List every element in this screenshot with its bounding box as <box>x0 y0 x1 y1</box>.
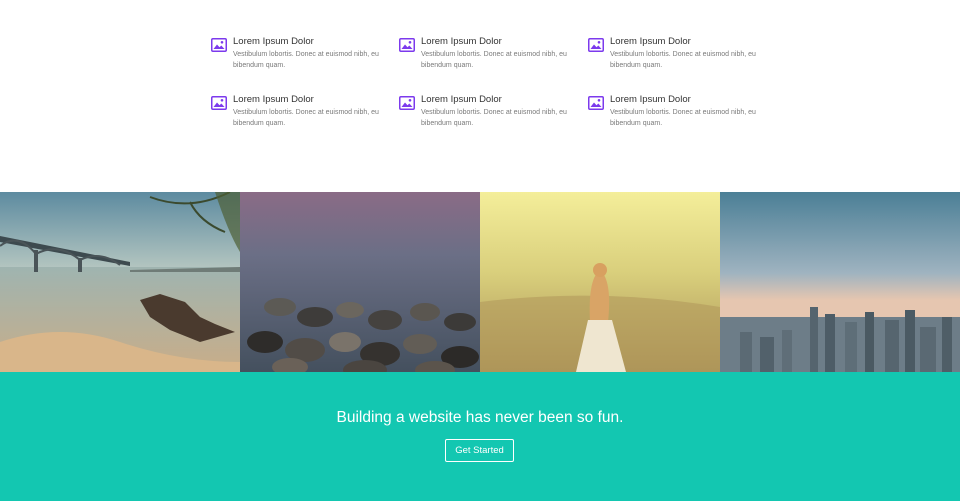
gallery-image-bridge <box>0 192 240 372</box>
feature-description: Vestibulum lobortis. Donec at euismod ni… <box>610 109 756 127</box>
gallery-image-pebbles <box>240 192 480 372</box>
image-icon <box>211 38 227 52</box>
image-icon <box>211 96 227 110</box>
feature-description: Vestibulum lobortis. Donec at euismod ni… <box>233 109 379 127</box>
feature-description: Vestibulum lobortis. Donec at euismod ni… <box>421 109 567 127</box>
feature-title: Lorem Ipsum Dolor <box>233 36 314 47</box>
gallery-image-field <box>480 192 720 372</box>
feature-title: Lorem Ipsum Dolor <box>233 94 314 105</box>
features-section: Lorem Ipsum Dolor Vestibulum lobortis. D… <box>0 0 960 192</box>
image-gallery <box>0 192 960 372</box>
get-started-button[interactable]: Get Started <box>445 439 514 462</box>
feature-title: Lorem Ipsum Dolor <box>610 94 691 105</box>
feature-title: Lorem Ipsum Dolor <box>421 94 502 105</box>
cta-section: Building a website has never been so fun… <box>0 372 960 501</box>
image-icon <box>399 96 415 110</box>
feature-title: Lorem Ipsum Dolor <box>421 36 502 47</box>
feature-description: Vestibulum lobortis. Donec at euismod ni… <box>610 51 756 69</box>
image-icon <box>588 96 604 110</box>
gallery-image-city <box>720 192 960 372</box>
image-icon <box>588 38 604 52</box>
cta-headline: Building a website has never been so fun… <box>336 409 624 426</box>
feature-title: Lorem Ipsum Dolor <box>610 36 691 47</box>
feature-description: Vestibulum lobortis. Donec at euismod ni… <box>233 51 379 69</box>
feature-description: Vestibulum lobortis. Donec at euismod ni… <box>421 51 567 69</box>
image-icon <box>399 38 415 52</box>
